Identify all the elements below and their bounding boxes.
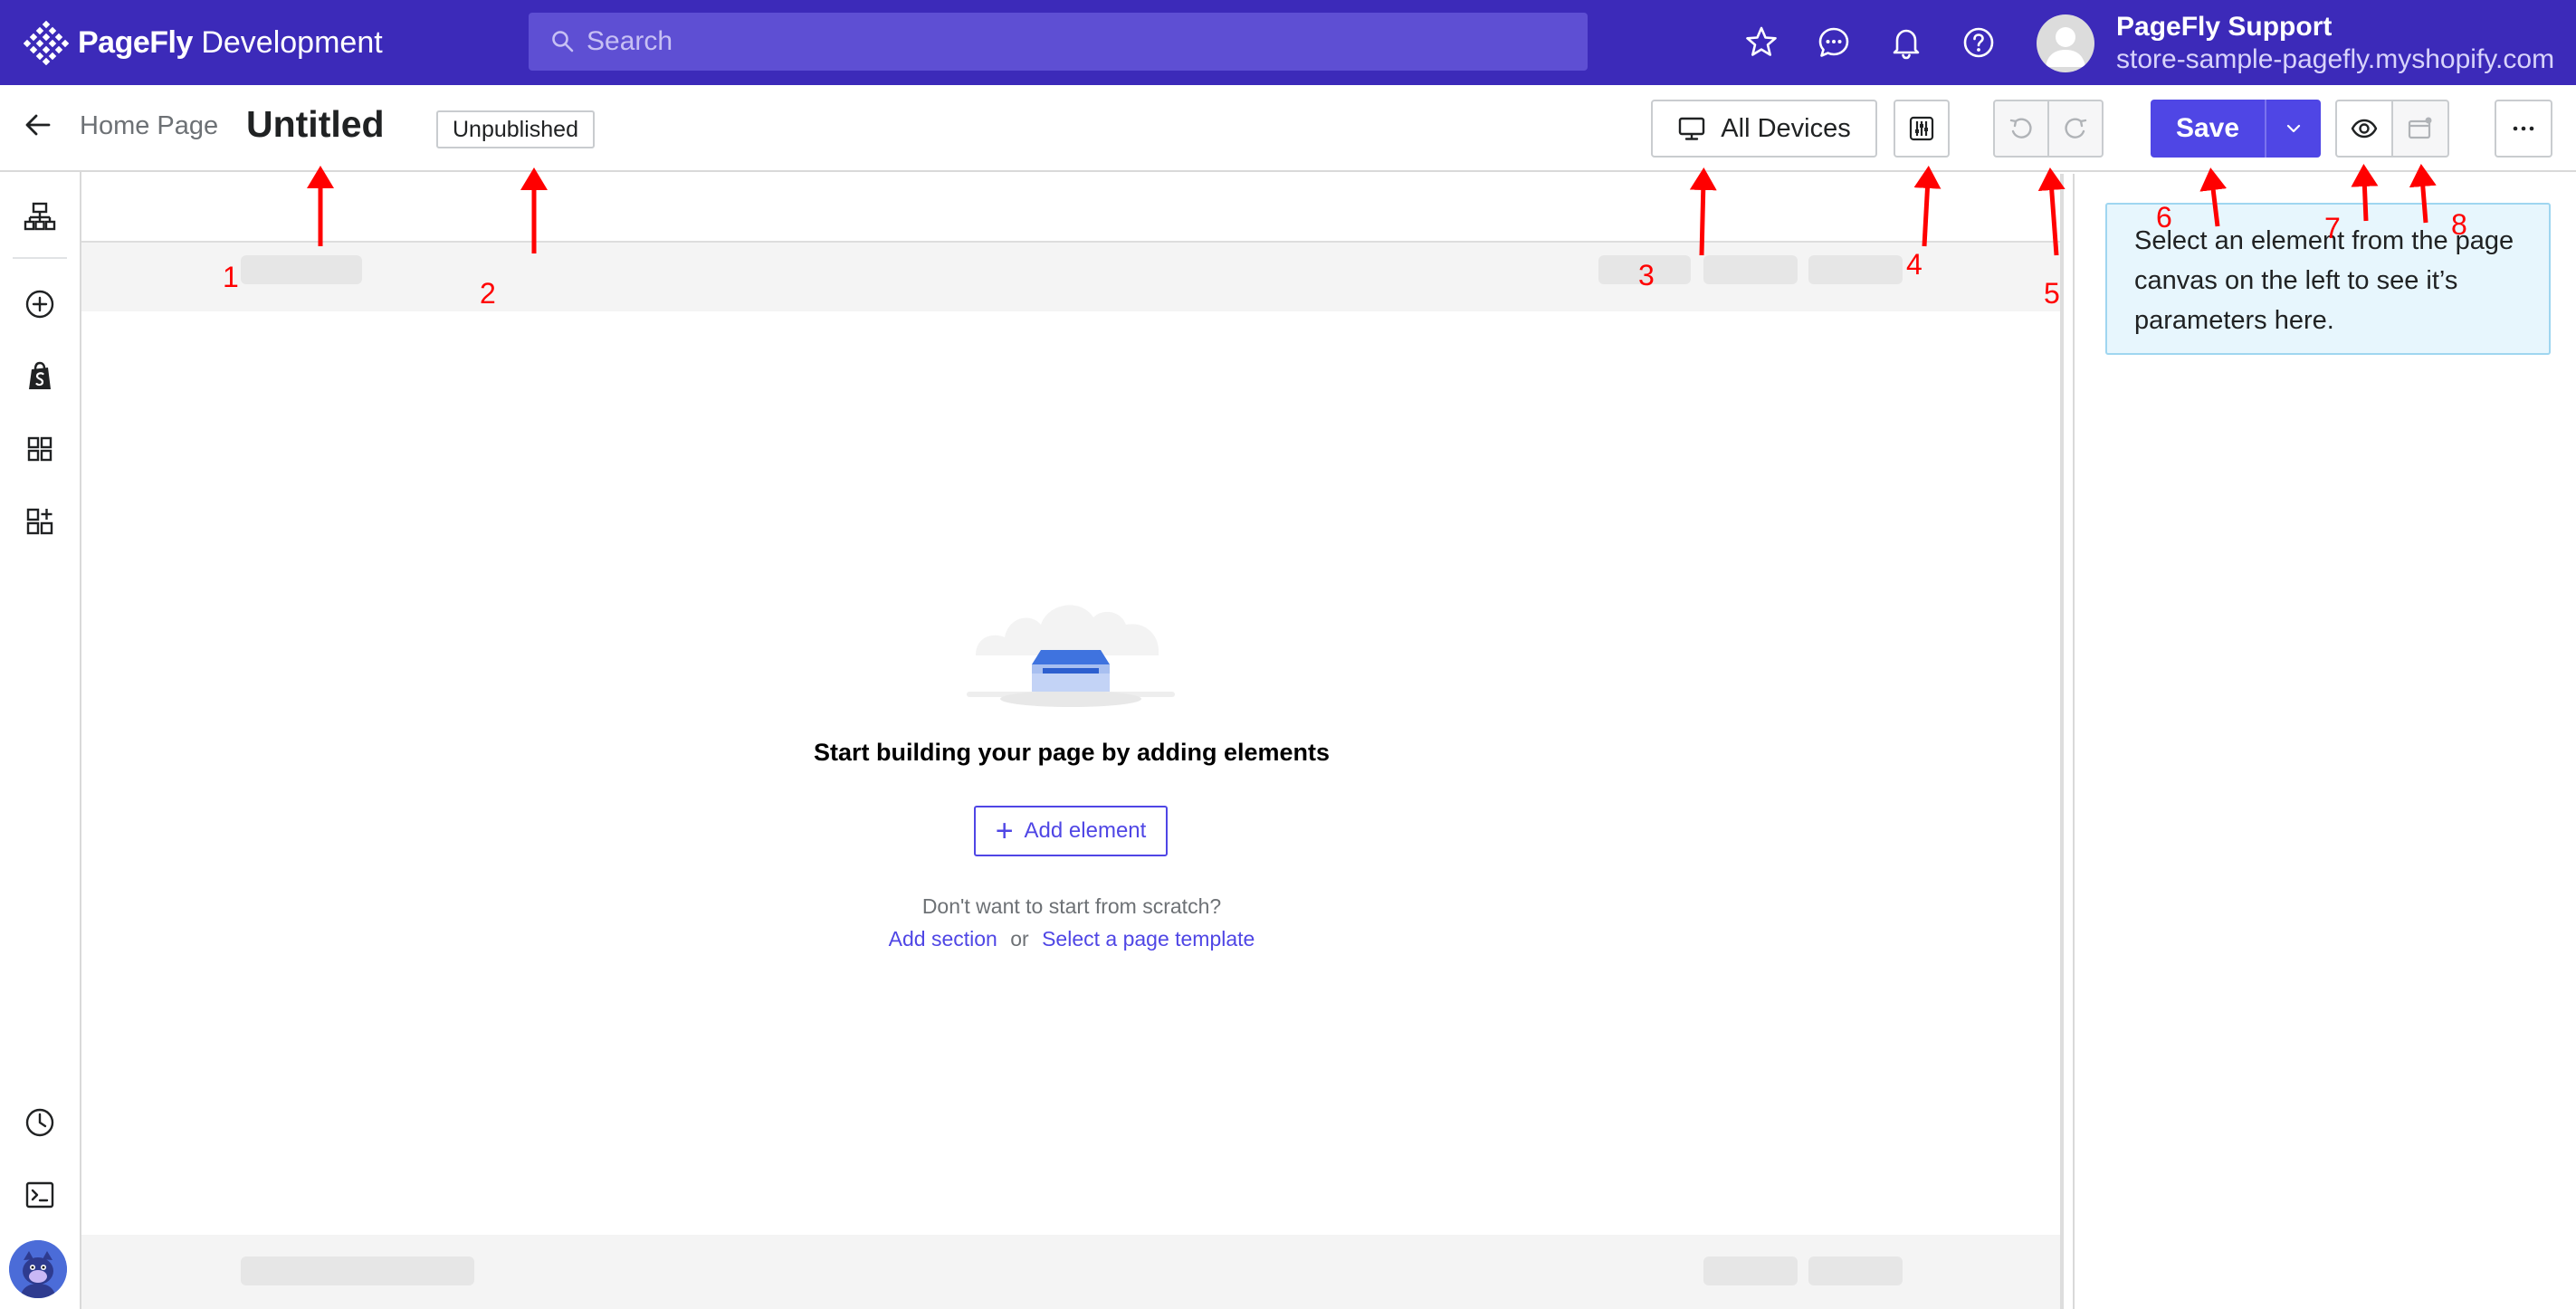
user-name: PageFly Support — [2116, 12, 2333, 42]
placeholder-nav-item — [1703, 255, 1798, 284]
top-navigation-bar: PageFly Development PageFly Support — [0, 0, 2576, 85]
search-input[interactable] — [587, 26, 1492, 57]
brand[interactable]: PageFly Development — [24, 20, 383, 65]
annotation-label-2: 2 — [480, 277, 496, 310]
desktop-icon — [1679, 117, 1705, 140]
save-button[interactable]: Save — [2151, 100, 2265, 158]
eye-icon — [2351, 119, 2378, 139]
placeholder-footer-item — [1808, 1256, 1903, 1285]
user-avatar-icon — [2046, 27, 2085, 67]
bell-icon[interactable] — [1887, 24, 1925, 62]
annotation-label-4: 4 — [1906, 248, 1922, 281]
back-arrow-icon[interactable] — [22, 109, 54, 141]
add-section-link[interactable]: Add section — [889, 927, 997, 951]
star-icon[interactable] — [1742, 24, 1780, 62]
device-selector-button[interactable]: All Devices — [1651, 100, 1877, 158]
redo-button[interactable] — [2047, 100, 2104, 158]
placeholder-logo — [241, 255, 362, 284]
annotation-label-8: 8 — [2451, 208, 2467, 241]
canvas-scrollbar[interactable] — [2060, 174, 2064, 1309]
redo-icon — [2065, 118, 2087, 139]
save-options-button[interactable] — [2265, 100, 2321, 158]
terminal-icon[interactable] — [22, 1177, 58, 1213]
more-horizontal-icon — [2513, 126, 2534, 131]
layers-icon[interactable] — [22, 199, 58, 235]
placeholder-nav-item — [1808, 255, 1903, 284]
help-icon[interactable] — [1960, 24, 1998, 62]
user-info: PageFly Support store-sample-pagefly.mys… — [2116, 11, 2554, 76]
empty-state-title: Start building your page by adding eleme… — [813, 739, 1331, 766]
scratch-question: Don't want to start from scratch? — [921, 894, 1222, 918]
grid-icon[interactable] — [22, 431, 58, 467]
store-domain: store-sample-pagefly.myshopify.com — [2116, 44, 2555, 74]
user-avatar — [2037, 14, 2094, 72]
undo-icon — [2009, 118, 2032, 139]
add-block-icon[interactable] — [22, 503, 58, 540]
chat-icon[interactable] — [1815, 24, 1853, 62]
scratch-options: Add section or Select a page template — [81, 927, 2062, 951]
annotation-label-1: 1 — [223, 261, 239, 293]
preview-button[interactable] — [2335, 100, 2393, 158]
annotation-label-6: 6 — [2156, 201, 2172, 234]
properties-panel: Select an element from the page canvas o… — [2073, 174, 2576, 1309]
history-icon[interactable] — [22, 1104, 58, 1141]
breadcrumb[interactable]: Home Page — [80, 111, 218, 141]
footer-placeholder-band — [81, 1235, 2062, 1309]
add-element-button[interactable]: + Add element — [974, 806, 1168, 856]
mascot-icon — [9, 1240, 67, 1298]
header-placeholder-band — [81, 243, 2062, 311]
page-title[interactable]: Untitled — [246, 103, 385, 146]
device-selector-label: All Devices — [1721, 113, 1851, 143]
add-element-icon[interactable] — [22, 286, 58, 322]
undo-button[interactable] — [1993, 100, 2049, 158]
more-options-button[interactable] — [2495, 100, 2552, 158]
placeholder-footer-item — [1703, 1256, 1798, 1285]
placeholder-footer-text — [241, 1256, 474, 1285]
shopify-icon[interactable] — [22, 358, 58, 395]
empty-box-illustration — [967, 605, 1175, 707]
annotation-label-5: 5 — [2044, 277, 2060, 310]
search-bar[interactable] — [529, 13, 1588, 71]
select-template-link[interactable]: Select a page template — [1042, 927, 1255, 951]
canvas-header-strip — [81, 174, 2062, 243]
annotation-label-7: 7 — [2324, 212, 2341, 244]
sliders-icon — [1909, 116, 1934, 141]
plus-icon: + — [995, 814, 1014, 848]
annotation-label-3: 3 — [1638, 259, 1655, 291]
mascot-avatar[interactable] — [9, 1240, 67, 1298]
user-menu[interactable]: PageFly Support store-sample-pagefly.mys… — [2037, 11, 2554, 76]
pagefly-logo-icon — [24, 20, 69, 65]
search-icon — [552, 31, 574, 53]
publish-icon — [2408, 117, 2432, 139]
status-badge: Unpublished — [436, 110, 595, 148]
page-canvas[interactable]: Start building your page by adding eleme… — [81, 174, 2064, 1309]
page-settings-button[interactable] — [1894, 100, 1950, 158]
left-sidebar — [0, 172, 81, 1309]
brand-title: PageFly Development — [78, 24, 383, 60]
chevron-down-icon — [2286, 124, 2301, 133]
sidebar-divider — [13, 257, 67, 259]
publish-button[interactable] — [2391, 100, 2449, 158]
or-separator: or — [1010, 927, 1029, 951]
add-element-label: Add element — [1024, 818, 1147, 843]
editor-toolbar: Home Page Untitled Unpublished All Devic… — [0, 85, 2576, 172]
